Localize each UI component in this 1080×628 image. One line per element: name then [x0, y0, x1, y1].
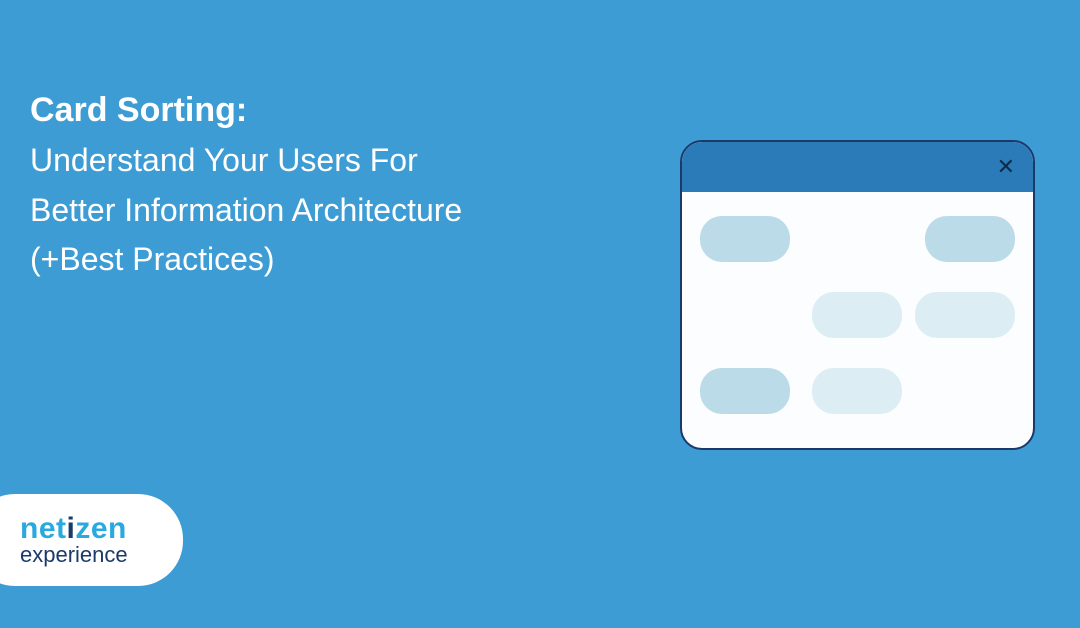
card-chip [812, 292, 902, 338]
card-chip [700, 216, 790, 262]
card-chip [915, 292, 1015, 338]
illustration-window: ✕ [680, 140, 1035, 450]
card-chip [700, 368, 790, 414]
subtitle-line-3: (+Best Practices) [30, 235, 462, 285]
close-icon: ✕ [997, 156, 1015, 178]
card-chip [812, 368, 902, 414]
card-chip [925, 216, 1015, 262]
title-block: Card Sorting: Understand Your Users For … [30, 88, 462, 285]
window-titlebar: ✕ [682, 142, 1033, 192]
logo-word-top: netizen [20, 512, 127, 546]
subtitle-line-1: Understand Your Users For [30, 136, 462, 186]
window-body [682, 192, 1033, 448]
subtitle-line-2: Better Information Architecture [30, 186, 462, 236]
page-title: Card Sorting: [30, 88, 462, 132]
logo-badge: netizen experience [0, 494, 183, 586]
